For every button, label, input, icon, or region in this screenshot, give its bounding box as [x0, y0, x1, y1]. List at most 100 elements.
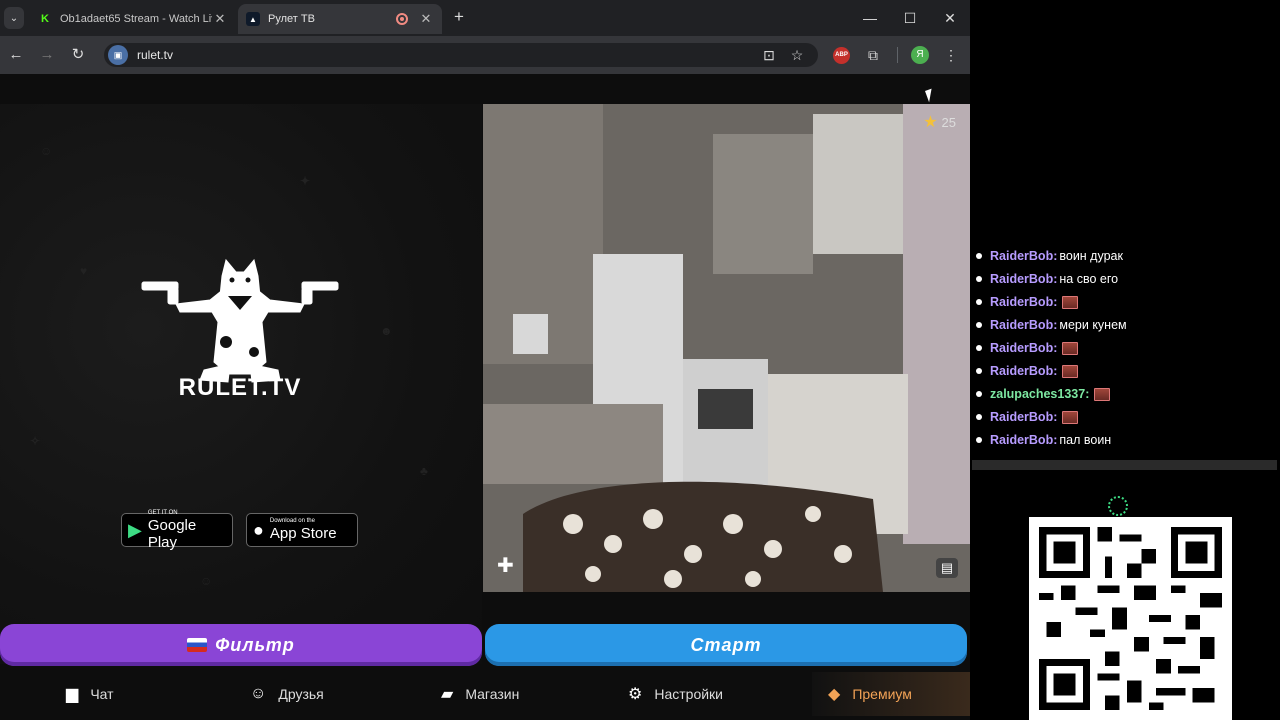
tab-search-button[interactable]: ⌄	[4, 7, 24, 29]
chat-username[interactable]: RaiderBob:	[990, 295, 1057, 309]
chat-username[interactable]: RaiderBob:	[990, 249, 1057, 263]
google-play-badge[interactable]: ▶ GET IT ON Google Play	[121, 509, 233, 551]
tab-title: Рулет ТВ	[268, 13, 315, 25]
nav-settings[interactable]: ⚙ Настройки	[628, 672, 723, 716]
reload-icon[interactable]: ↻	[68, 45, 88, 65]
extensions-icon[interactable]: ⧉	[864, 46, 882, 64]
chat-username[interactable]: RaiderBob:	[990, 364, 1057, 378]
chat-message: RaiderBob:	[976, 407, 1079, 427]
close-window-icon[interactable]: ✕	[940, 8, 960, 28]
nav-friends[interactable]: ☺ Друзья	[250, 672, 324, 716]
app-store-badge[interactable]: ● Download on the App Store	[246, 513, 358, 547]
gift-icon[interactable]: ▤	[936, 558, 958, 578]
nav-friends-label: Друзья	[278, 686, 324, 702]
app-store-label: App Store	[269, 525, 337, 542]
chat-text: воин дурак	[1059, 249, 1123, 263]
nav-shop[interactable]: ▰ Магазин	[441, 672, 519, 716]
chat-text: на сво его	[1059, 272, 1119, 286]
address-bar[interactable]: ▣ rulet.tv	[104, 43, 818, 67]
start-label: Старт	[690, 634, 762, 655]
stream-overlay-panel: RaiderBob: воин дурак RaiderBob: на сво его…	[970, 0, 1280, 720]
filter-label: Фильтр	[215, 634, 295, 655]
video-frame-kitchen	[483, 104, 970, 592]
bullet-icon	[976, 368, 982, 374]
app-store-small: Download on the	[269, 518, 315, 524]
bullet-icon	[976, 391, 982, 397]
bullet-icon	[976, 322, 982, 328]
chat-message: RaiderBob:	[976, 292, 1079, 312]
google-play-icon: ▶	[128, 519, 142, 540]
chat-input-strip	[972, 460, 1277, 470]
filter-button[interactable]: Фильтр	[0, 624, 482, 666]
star-icon: ★	[923, 114, 938, 131]
chat-username[interactable]: RaiderBob:	[990, 341, 1057, 355]
qr-code-image	[1039, 527, 1222, 710]
bullet-icon	[976, 414, 982, 420]
minimize-icon[interactable]: —	[860, 8, 880, 28]
browser-window: ⌄ K Ob1adaet65 Stream - Watch Live ✕ ▲ Р…	[0, 0, 970, 720]
bullet-icon	[976, 276, 982, 282]
loading-spinner	[1108, 496, 1128, 516]
rulet-page: ☺ ✦ ♥ ☻ ✧ ♣ ☺ RULET.TV ▶ GET IT ON Googl…	[0, 74, 970, 720]
qr-code	[1029, 517, 1232, 720]
site-info-icon[interactable]: ▣	[108, 45, 128, 65]
profile-avatar[interactable]: Я	[911, 46, 929, 64]
russia-flag-icon	[187, 638, 208, 652]
bullet-icon	[976, 299, 982, 305]
toolbar-divider	[897, 47, 898, 63]
adblock-extension-icon[interactable]: ABP	[833, 47, 850, 64]
tab-kick-stream[interactable]: K Ob1adaet65 Stream - Watch Live ✕	[30, 4, 236, 34]
rating-value: 25	[941, 114, 956, 130]
rulet-icon: ▲	[246, 12, 260, 26]
back-icon[interactable]: ←	[6, 45, 26, 65]
rating-badge: ★ 25	[923, 112, 956, 132]
google-play-small: GET IT ON	[147, 509, 178, 516]
emote-icon	[1094, 387, 1111, 401]
bullet-icon	[976, 253, 982, 259]
tag-icon: ◆	[828, 686, 841, 703]
emote-icon	[1062, 295, 1079, 309]
chat-icon: ▆	[66, 686, 79, 703]
emote-icon	[1062, 364, 1079, 378]
chat-message: RaiderBob: воин дурак	[976, 246, 1123, 266]
close-tab-icon[interactable]: ✕	[212, 11, 228, 27]
menu-kebab-icon[interactable]: ⋮	[942, 46, 960, 64]
close-tab-icon[interactable]: ✕	[418, 11, 434, 27]
url-text: rulet.tv	[137, 48, 174, 62]
nav-premium[interactable]: ◆ Премиум	[812, 672, 970, 716]
new-tab-button[interactable]: +	[450, 8, 468, 26]
recording-icon	[396, 13, 408, 25]
tab-title: Ob1adaet65 Stream - Watch Live	[60, 13, 212, 25]
forward-icon[interactable]: →	[37, 45, 57, 65]
logo-wordmark: RULET.TV	[178, 374, 302, 401]
install-app-icon[interactable]: ⊡	[760, 46, 778, 64]
chat-message: RaiderBob:	[976, 338, 1079, 358]
tab-strip: ⌄ K Ob1adaet65 Stream - Watch Live ✕ ▲ Р…	[0, 0, 970, 36]
apple-icon: ●	[253, 519, 264, 540]
chat-username[interactable]: zalupaches1337:	[990, 387, 1089, 401]
chat-username[interactable]: RaiderBob:	[990, 410, 1057, 424]
google-play-label: Google Play	[147, 516, 197, 551]
bookmark-star-icon[interactable]: ☆	[788, 46, 806, 64]
chat-username[interactable]: RaiderBob:	[990, 272, 1057, 286]
nav-chat[interactable]: ▆ Чат	[66, 672, 114, 716]
kick-icon: K	[41, 13, 49, 25]
nav-premium-item[interactable]: ◆ Премиум	[828, 672, 912, 716]
bullet-icon	[976, 345, 982, 351]
nav-chat-label: Чат	[90, 686, 114, 702]
tab-rulet-tv[interactable]: ▲ Рулет ТВ ✕	[238, 4, 442, 34]
partner-video[interactable]: ★ 25 ✚ ▤	[483, 104, 970, 592]
nav-settings-label: Настройки	[654, 686, 723, 702]
chat-overlay: RaiderBob: воин дурак RaiderBob: на сво его…	[970, 246, 1280, 466]
friends-icon: ☺	[250, 685, 267, 702]
chat-username[interactable]: RaiderBob:	[990, 433, 1057, 447]
chat-message: zalupaches1337:	[976, 384, 1111, 404]
emote-icon	[1062, 341, 1079, 355]
gamepad-icon[interactable]: ✚	[497, 553, 514, 578]
start-button[interactable]: Старт	[485, 624, 967, 666]
shop-icon: ▰	[441, 686, 454, 703]
maximize-icon[interactable]: ☐	[900, 8, 920, 28]
chat-username[interactable]: RaiderBob:	[990, 318, 1057, 332]
chat-text: мери кунем	[1059, 318, 1127, 332]
nav-premium-label: Премиум	[852, 686, 912, 702]
